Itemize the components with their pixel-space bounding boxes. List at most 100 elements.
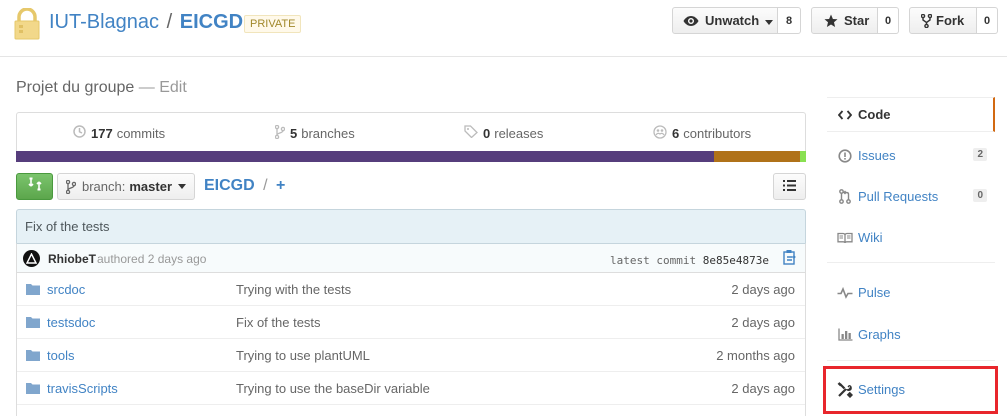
folder-icon (26, 382, 40, 397)
sidebar-divider (827, 262, 995, 263)
commit-author-link[interactable]: RhiobeT (48, 252, 96, 266)
file-list: srcdoc Trying with the tests 2 days ago tes… (16, 273, 806, 416)
file-age: 2 days ago (731, 315, 795, 330)
folder-icon (26, 283, 40, 298)
settings-highlight-box (823, 366, 998, 414)
file-age: 2 months ago (716, 348, 795, 363)
language-bar[interactable] (16, 151, 806, 162)
branches-label: branches (301, 126, 355, 141)
file-name-link[interactable]: testsdoc (47, 315, 95, 330)
repo-owner-link[interactable]: IUT-Blagnac (49, 11, 159, 33)
sidebar-item-label: Graphs (858, 327, 901, 342)
folder-icon (26, 316, 40, 331)
commits-count: 177 (91, 125, 113, 141)
repo-header: IUT-Blagnac / EICGD PRIVATE Unwatch 8 St… (0, 0, 1007, 57)
branch-select-label: branch: (82, 179, 126, 194)
clippy-icon[interactable] (783, 249, 797, 268)
code-icon (837, 109, 853, 120)
branch-icon (66, 179, 76, 194)
sidebar-item-pulse[interactable]: Pulse (827, 275, 995, 310)
file-name-link[interactable]: srcdoc (47, 282, 85, 297)
repo-title: IUT-Blagnac / EICGD (49, 10, 243, 34)
history-icon (73, 125, 86, 141)
sidebar-item-code[interactable]: Code (827, 97, 995, 132)
sidebar-item-issues[interactable]: Issues 2 (827, 138, 995, 173)
current-branch-name: master (129, 179, 173, 194)
latest-commit-label: latest commit (610, 254, 697, 267)
file-commit-message-link[interactable]: Fix of the tests (236, 315, 321, 330)
view-list-button[interactable] (773, 173, 806, 200)
git-compare-icon (27, 177, 42, 196)
caret-down-icon (765, 13, 774, 28)
star-icon (824, 14, 838, 28)
unwatch-label: Unwatch (705, 13, 760, 28)
file-commit-message-link[interactable]: Trying to use plantUML (236, 348, 370, 363)
add-file-link[interactable]: + (276, 177, 285, 194)
file-name-link[interactable]: tools (47, 348, 74, 363)
language-bar-segment[interactable] (713, 151, 801, 162)
repo-description: Projet du groupe — Edit (16, 79, 187, 96)
caret-down-icon (178, 184, 187, 189)
fork-label: Fork (936, 13, 965, 28)
table-row: tools Trying to use plantUML 2 months ago (17, 339, 805, 372)
breadcrumb: EICGD / + (204, 177, 285, 195)
branches-count: 5 (290, 126, 298, 141)
repo-name-link[interactable]: EICGD (180, 11, 243, 33)
compare-pull-request-button[interactable] (16, 173, 53, 200)
fork-icon (921, 13, 932, 28)
sidebar-item-pull-requests[interactable]: Pull Requests 0 (827, 179, 995, 214)
releases-summary[interactable]: 0 releases (464, 125, 543, 141)
sidebar-item-label: Code (858, 107, 891, 122)
private-badge: PRIVATE (244, 15, 302, 33)
sidebar-item-label: Pull Requests (858, 189, 939, 204)
issue-opened-icon (837, 148, 853, 163)
breadcrumb-separator: / (263, 177, 268, 194)
sidebar-item-label: Issues (858, 148, 896, 163)
breadcrumb-root-link[interactable]: EICGD (204, 177, 255, 194)
commit-authored-time: authored 2 days ago (97, 252, 207, 266)
stargazers-count[interactable]: 0 (878, 7, 899, 34)
file-age: 2 days ago (731, 381, 795, 396)
latest-commit: latest commit 8e85e4873e (610, 254, 769, 267)
tag-icon (464, 125, 478, 141)
issues-count-badge: 2 (973, 148, 987, 161)
table-row: travisScripts Trying to use the baseDir v… (17, 372, 805, 405)
folder-icon (26, 349, 40, 364)
branch-icon (274, 124, 286, 142)
commits-label: commits (116, 125, 166, 141)
edit-description-link[interactable]: Edit (159, 79, 187, 96)
fork-button[interactable]: Fork (909, 7, 977, 34)
forks-count[interactable]: 0 (977, 7, 998, 34)
repo-title-separator: / (166, 11, 173, 33)
commit-title[interactable]: Fix of the tests (25, 219, 110, 234)
graph-icon (837, 328, 853, 341)
organization-icon (653, 125, 667, 142)
watchers-count[interactable]: 8 (778, 7, 801, 34)
repo-summary: 177 commits 5 branches 0 releases 6 cont… (16, 112, 806, 152)
language-bar-segment[interactable] (800, 151, 806, 162)
pull-requests-count-badge: 0 (973, 189, 987, 202)
contributors-label: contributors (683, 126, 752, 141)
releases-count: 0 (483, 125, 491, 141)
commit-meta: RhiobeT authored 2 days ago latest commi… (16, 243, 806, 273)
commit-sha-link[interactable]: 8e85e4873e (703, 254, 769, 267)
avatar[interactable] (23, 250, 40, 267)
file-commit-message-link[interactable]: Trying with the tests (236, 282, 351, 297)
branch-select-button[interactable]: branch: master (57, 173, 195, 200)
table-row: testsdoc Fix of the tests 2 days ago (17, 306, 805, 339)
file-name-link[interactable]: travisScripts (47, 381, 118, 396)
commits-summary[interactable]: 177 commits (73, 125, 165, 141)
sidebar-item-graphs[interactable]: Graphs (827, 317, 995, 352)
language-bar-segment[interactable] (16, 151, 714, 162)
sidebar-item-wiki[interactable]: Wiki (827, 220, 995, 255)
file-commit-message-link[interactable]: Trying to use the baseDir variable (236, 381, 430, 396)
contributors-summary[interactable]: 6 contributors (653, 125, 751, 142)
releases-label: releases (494, 125, 544, 141)
last-commit-message: Fix of the tests (16, 209, 806, 244)
list-unordered-icon (783, 178, 796, 196)
unwatch-button[interactable]: Unwatch (672, 7, 778, 34)
star-button[interactable]: Star (811, 7, 878, 34)
pulse-icon (837, 286, 853, 299)
contributors-count: 6 (672, 126, 680, 141)
branches-summary[interactable]: 5 branches (274, 124, 355, 142)
